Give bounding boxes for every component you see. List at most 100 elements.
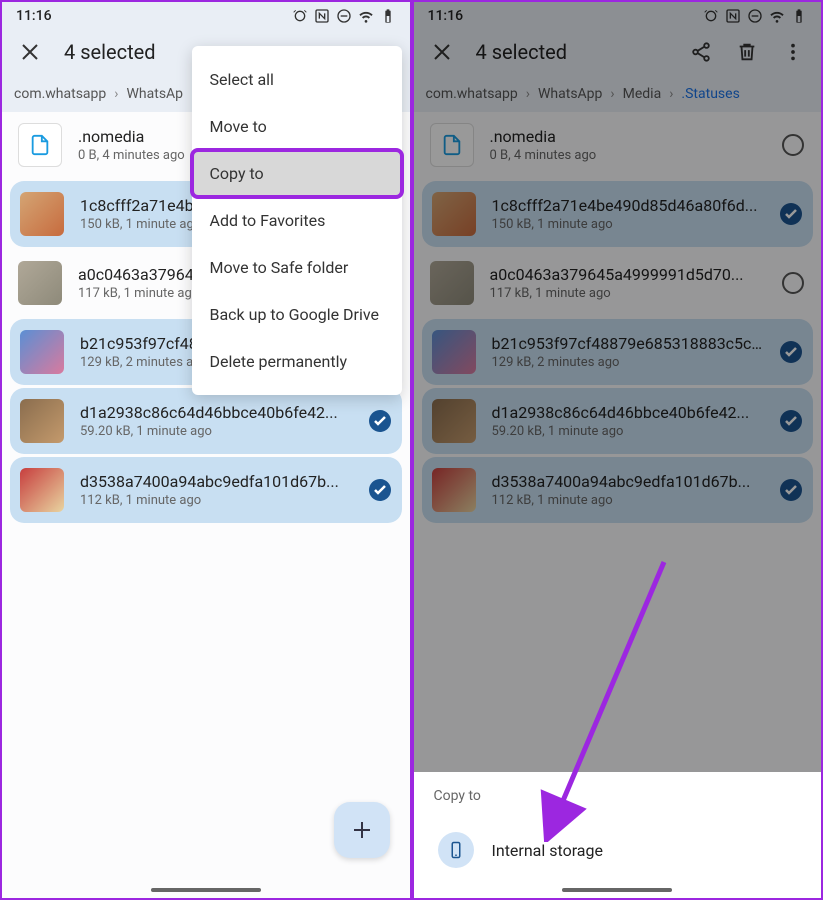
- selection-title: 4 selected: [476, 40, 668, 64]
- file-row[interactable]: a0c0463a379645a4999991d5d70... 117 kB, 1 …: [414, 250, 822, 316]
- copy-to-sheet: Copy to Internal storage: [414, 772, 822, 898]
- file-info: d1a2938c86c64d46bbce40b6fe42... 59.20 kB,…: [492, 403, 764, 439]
- file-row[interactable]: 1c8cfff2a71e4be490d85d46a80f6d... 150 kB,…: [422, 181, 814, 247]
- checkmark-icon[interactable]: [368, 478, 392, 502]
- image-thumbnail: [430, 261, 474, 305]
- battery-icon: [380, 8, 396, 24]
- battery-icon: [791, 8, 807, 24]
- file-row[interactable]: .nomedia 0 B, 4 minutes ago: [414, 112, 822, 178]
- internal-storage-row[interactable]: Internal storage: [434, 822, 802, 888]
- file-meta: 129 kB, 2 minutes ago: [492, 355, 764, 370]
- nav-handle[interactable]: [151, 888, 261, 892]
- add-fab[interactable]: [334, 802, 390, 858]
- checkmark-icon[interactable]: [779, 202, 803, 226]
- chevron-right-icon: ›: [669, 86, 673, 102]
- menu-move-to[interactable]: Move to: [192, 103, 402, 150]
- chevron-right-icon: ›: [526, 86, 530, 102]
- file-row[interactable]: d3538a7400a94abc9edfa101d67b... 112 kB, 1…: [10, 457, 402, 523]
- nfc-icon: [725, 8, 741, 24]
- menu-copy-to[interactable]: Copy to: [192, 150, 402, 197]
- file-icon: [18, 123, 62, 167]
- file-info: 1c8cfff2a71e4be490d85d46a80f6d... 150 kB,…: [492, 196, 764, 232]
- menu-add-favorites[interactable]: Add to Favorites: [192, 197, 402, 244]
- phone-storage-icon: [438, 832, 474, 868]
- file-list: .nomedia 0 B, 4 minutes ago 1c8cfff2a71e4b…: [414, 112, 822, 772]
- file-meta: 59.20 kB, 1 minute ago: [80, 424, 352, 439]
- close-icon[interactable]: [18, 40, 42, 64]
- menu-delete-permanently[interactable]: Delete permanently: [192, 338, 402, 385]
- checkmark-icon[interactable]: [779, 478, 803, 502]
- file-meta: 150 kB, 1 minute ago: [492, 217, 764, 232]
- alarm-icon: [292, 8, 308, 24]
- file-row[interactable]: b21c953f97cf48879e685318883c5c... 129 kB,…: [422, 319, 814, 385]
- share-icon[interactable]: [689, 40, 713, 64]
- dnd-icon: [747, 8, 763, 24]
- close-icon[interactable]: [430, 40, 454, 64]
- more-icon[interactable]: [781, 40, 805, 64]
- file-meta: 112 kB, 1 minute ago: [80, 493, 352, 508]
- file-info: a0c0463a379645a4999991d5d70... 117 kB, 1 …: [490, 265, 766, 301]
- file-row[interactable]: d3538a7400a94abc9edfa101d67b... 112 kB, 1…: [422, 457, 814, 523]
- image-thumbnail: [20, 192, 64, 236]
- wifi-icon: [358, 8, 374, 24]
- plus-icon: [350, 818, 374, 842]
- menu-select-all[interactable]: Select all: [192, 56, 402, 103]
- breadcrumb-item[interactable]: com.whatsapp: [426, 86, 518, 102]
- file-meta: 59.20 kB, 1 minute ago: [492, 424, 764, 439]
- file-meta: 117 kB, 1 minute ago: [490, 286, 766, 301]
- status-bar: 11:16: [414, 2, 822, 26]
- status-icons: [703, 8, 807, 24]
- nfc-icon: [314, 8, 330, 24]
- image-thumbnail: [20, 399, 64, 443]
- wifi-icon: [769, 8, 785, 24]
- file-name: d3538a7400a94abc9edfa101d67b...: [492, 472, 764, 491]
- image-thumbnail: [432, 468, 476, 512]
- nav-handle[interactable]: [562, 888, 672, 892]
- file-name: d1a2938c86c64d46bbce40b6fe42...: [80, 403, 352, 422]
- file-name: b21c953f97cf48879e685318883c5c...: [492, 334, 764, 353]
- file-info: d3538a7400a94abc9edfa101d67b... 112 kB, 1…: [80, 472, 352, 508]
- file-name: d1a2938c86c64d46bbce40b6fe42...: [492, 403, 764, 422]
- breadcrumb-item[interactable]: WhatsApp: [538, 86, 602, 102]
- file-meta: 112 kB, 1 minute ago: [492, 493, 764, 508]
- alarm-icon: [703, 8, 719, 24]
- checkbox-empty[interactable]: [781, 271, 805, 295]
- file-row[interactable]: d1a2938c86c64d46bbce40b6fe42... 59.20 kB,…: [10, 388, 402, 454]
- status-icons: [292, 8, 396, 24]
- image-thumbnail: [20, 330, 64, 374]
- checkmark-icon[interactable]: [779, 340, 803, 364]
- chevron-right-icon: ›: [610, 86, 614, 102]
- checkmark-icon[interactable]: [368, 409, 392, 433]
- file-info: .nomedia 0 B, 4 minutes ago: [490, 127, 766, 163]
- dnd-icon: [336, 8, 352, 24]
- file-row[interactable]: d1a2938c86c64d46bbce40b6fe42... 59.20 kB,…: [422, 388, 814, 454]
- breadcrumb-item[interactable]: WhatsAp: [127, 86, 184, 102]
- checkmark-icon[interactable]: [779, 409, 803, 433]
- trash-icon[interactable]: [735, 40, 759, 64]
- breadcrumb[interactable]: com.whatsapp › WhatsApp › Media › .Statu…: [414, 78, 822, 112]
- image-thumbnail: [432, 192, 476, 236]
- app-bar: 4 selected: [414, 26, 822, 78]
- menu-safe-folder[interactable]: Move to Safe folder: [192, 244, 402, 291]
- file-name: .nomedia: [490, 127, 766, 146]
- menu-backup-drive[interactable]: Back up to Google Drive: [192, 291, 402, 338]
- phone-right: 11:16 4 selected com.whatsapp › WhatsApp…: [410, 2, 822, 898]
- file-name: a0c0463a379645a4999991d5d70...: [490, 265, 766, 284]
- breadcrumb-item[interactable]: .Statuses: [681, 86, 739, 102]
- status-time: 11:16: [428, 8, 464, 24]
- breadcrumb-item[interactable]: Media: [623, 86, 662, 102]
- chevron-right-icon: ›: [114, 86, 118, 102]
- sheet-title: Copy to: [434, 788, 802, 804]
- status-time: 11:16: [16, 8, 52, 24]
- image-thumbnail: [432, 399, 476, 443]
- file-icon: [430, 123, 474, 167]
- image-thumbnail: [18, 261, 62, 305]
- file-name: 1c8cfff2a71e4be490d85d46a80f6d...: [492, 196, 764, 215]
- file-info: d1a2938c86c64d46bbce40b6fe42... 59.20 kB,…: [80, 403, 352, 439]
- storage-label: Internal storage: [492, 841, 603, 860]
- status-bar: 11:16: [2, 2, 410, 26]
- file-name: d3538a7400a94abc9edfa101d67b...: [80, 472, 352, 491]
- file-meta: 0 B, 4 minutes ago: [490, 148, 766, 163]
- checkbox-empty[interactable]: [781, 133, 805, 157]
- breadcrumb-item[interactable]: com.whatsapp: [14, 86, 106, 102]
